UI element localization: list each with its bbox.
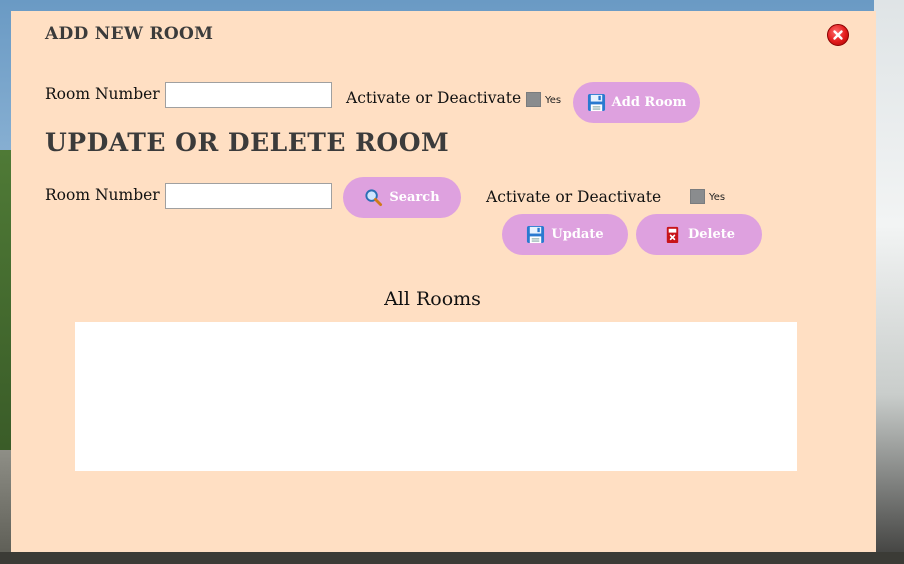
delete-icon	[666, 226, 679, 244]
delete-button-label: Delete	[687, 227, 736, 242]
add-room-button[interactable]: Add Room	[573, 82, 700, 123]
update-room-number-input[interactable]	[165, 183, 332, 209]
update-button-label: Update	[551, 227, 604, 242]
close-icon	[833, 30, 843, 40]
add-activate-checkbox[interactable]	[526, 92, 541, 107]
update-activate-checkbox[interactable]	[690, 189, 705, 204]
search-button-label: Search	[389, 190, 440, 205]
add-room-button-label: Add Room	[611, 95, 687, 110]
delete-button[interactable]: Delete	[636, 214, 762, 255]
floppy-disk-icon	[587, 93, 605, 112]
add-activate-label: Activate or Deactivate	[346, 89, 522, 107]
update-activate-checkbox-label: Yes	[709, 192, 726, 203]
rooms-table[interactable]	[75, 322, 797, 471]
add-room-number-label: Room Number	[45, 85, 160, 103]
search-button[interactable]: Search	[343, 177, 461, 218]
add-room-number-input[interactable]	[165, 82, 332, 108]
update-room-number-label: Room Number	[45, 186, 160, 204]
background-ground	[0, 552, 904, 564]
update-room-title: UPDATE OR DELETE ROOM	[45, 128, 450, 157]
floppy-disk-icon	[527, 225, 545, 244]
add-activate-checkbox-label: Yes	[545, 95, 562, 106]
room-management-dialog: ADD NEW ROOM Room Number Activate or Dea…	[11, 11, 876, 552]
update-activate-label: Activate or Deactivate	[486, 188, 662, 206]
all-rooms-title: All Rooms	[384, 288, 481, 310]
background-building	[874, 0, 904, 564]
magnifier-icon	[365, 189, 383, 207]
add-room-title: ADD NEW ROOM	[45, 24, 214, 44]
close-button[interactable]	[827, 24, 849, 46]
update-button[interactable]: Update	[502, 214, 628, 255]
